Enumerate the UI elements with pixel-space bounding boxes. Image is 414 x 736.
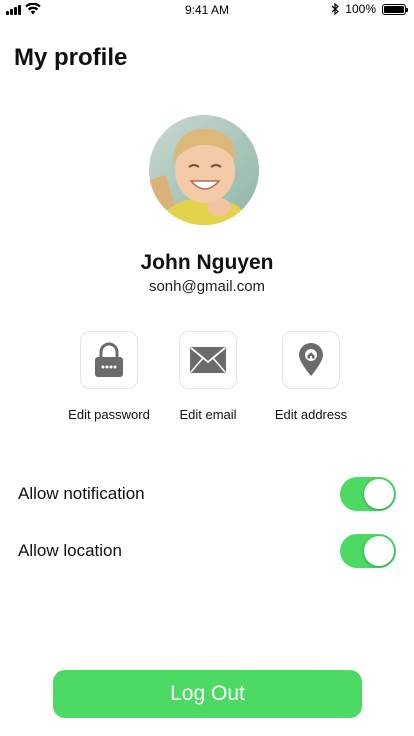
setting-label-location: Allow location — [18, 541, 122, 560]
notification-toggle[interactable] — [340, 477, 396, 511]
status-right: 100% — [331, 2, 408, 16]
edit-address-button[interactable]: Edit address — [251, 331, 371, 422]
edit-address-label: Edit address — [274, 407, 348, 422]
edit-address-tile[interactable] — [282, 331, 340, 389]
location-toggle[interactable] — [340, 534, 396, 568]
setting-row-location: Allow location — [18, 534, 396, 568]
status-bar: 9:41 AM 100% — [0, 0, 414, 20]
battery-icon — [382, 3, 408, 15]
avatar — [149, 115, 259, 225]
bluetooth-icon — [331, 3, 340, 15]
logout-button[interactable]: Log Out — [53, 670, 362, 718]
location-pin-icon — [299, 343, 323, 376]
lock-icon — [95, 342, 123, 377]
user-email: sonh@gmail.com — [148, 278, 266, 295]
page-title: My profile — [14, 44, 128, 71]
setting-row-notification: Allow notification — [18, 477, 396, 511]
battery-fill — [384, 5, 404, 13]
toggle-knob — [364, 536, 394, 566]
setting-label-notification: Allow notification — [18, 484, 145, 503]
edit-email-tile[interactable] — [179, 331, 237, 389]
edit-password-tile[interactable] — [80, 331, 138, 389]
edit-email-label: Edit email — [179, 407, 237, 422]
envelope-icon — [190, 347, 226, 373]
toggle-knob — [364, 479, 394, 509]
edit-email-button[interactable]: Edit email — [148, 331, 268, 422]
user-name: John Nguyen — [140, 251, 274, 274]
battery-percent: 100% — [345, 2, 376, 16]
edit-password-label: Edit password — [68, 407, 150, 422]
